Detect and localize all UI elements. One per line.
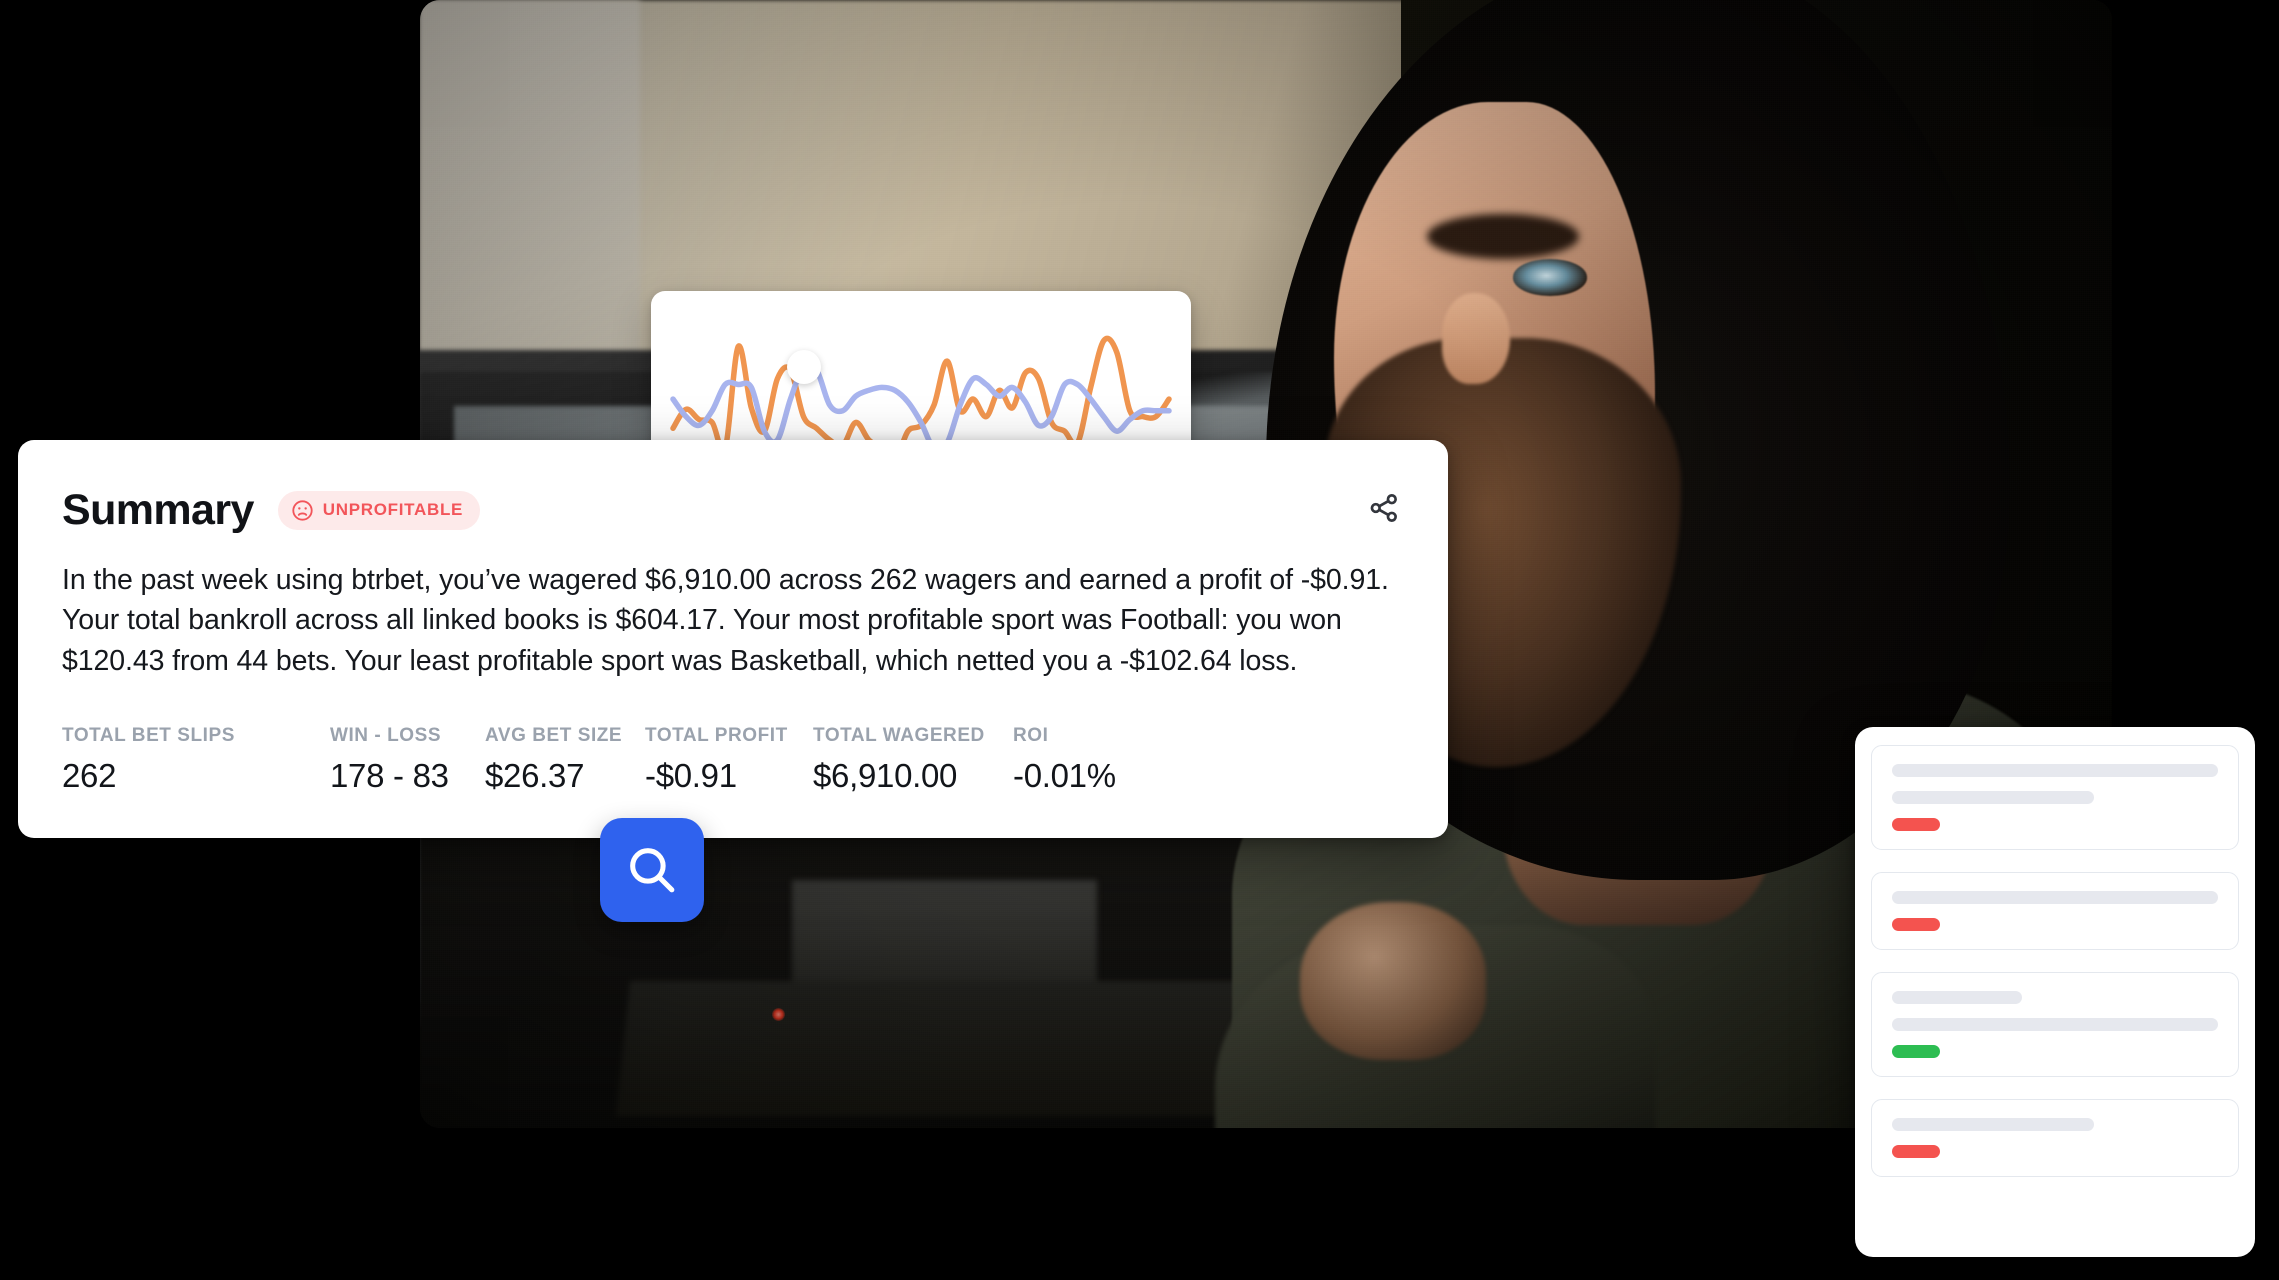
summary-card: Summary UNPROFITABLE In the past week us…	[18, 440, 1448, 838]
stat-label: ROI	[1013, 725, 1049, 747]
chart-hover-marker[interactable]	[786, 349, 821, 384]
skeleton-bar	[1892, 1018, 2218, 1031]
stat-label: TOTAL WAGERED	[813, 725, 985, 747]
screenshot-canvas: Summary UNPROFITABLE In the past week us…	[0, 0, 2279, 1280]
skeleton-bar	[1892, 764, 2218, 777]
status-pill	[1892, 818, 1940, 831]
stats-row: TOTAL BET SLIPS 262 WIN - LOSS 178 - 83 …	[62, 725, 1402, 795]
stat-total-wagered: TOTAL WAGERED $6,910.00	[813, 725, 1013, 795]
list-item[interactable]	[1871, 745, 2239, 850]
stat-label: AVG BET SIZE	[485, 725, 623, 747]
status-badge-label: UNPROFITABLE	[322, 500, 464, 519]
list-item[interactable]	[1871, 972, 2239, 1077]
summary-header: Summary UNPROFITABLE	[62, 484, 1402, 536]
stat-roi: ROI -0.01%	[1013, 725, 1173, 795]
frowning-face-icon	[292, 499, 313, 521]
stat-win-loss: WIN - LOSS 178 - 83	[330, 725, 485, 795]
stat-label: WIN - LOSS	[330, 725, 442, 747]
stat-value: -0.01%	[1013, 757, 1116, 795]
stat-label: TOTAL PROFIT	[645, 725, 788, 747]
share-icon	[1370, 494, 1397, 522]
skeleton-bar	[1892, 791, 2095, 804]
status-pill	[1892, 1045, 1940, 1058]
status-badge: UNPROFITABLE	[277, 490, 481, 530]
share-button[interactable]	[1360, 484, 1408, 532]
stat-value: $26.37	[485, 757, 585, 795]
page-title: Summary	[62, 485, 254, 534]
list-card	[1855, 727, 2255, 1257]
skeleton-bar	[1892, 891, 2218, 904]
search-button[interactable]	[600, 818, 704, 922]
stat-value: $6,910.00	[813, 757, 958, 795]
stat-avg-bet-size: AVG BET SIZE $26.37	[485, 725, 645, 795]
stat-value: 262	[62, 757, 117, 795]
skeleton-bar	[1892, 991, 2023, 1004]
stat-label: TOTAL BET SLIPS	[62, 725, 235, 747]
skeleton-bar	[1892, 1118, 2095, 1131]
summary-text: In the past week using btrbet, you’ve wa…	[62, 564, 1389, 677]
stat-total-bet-slips: TOTAL BET SLIPS 262	[62, 725, 330, 795]
status-pill	[1892, 918, 1940, 931]
search-icon	[630, 848, 675, 893]
stat-value: 178 - 83	[330, 757, 449, 795]
list-item[interactable]	[1871, 872, 2239, 950]
list-item[interactable]	[1871, 1099, 2239, 1177]
stat-value: -$0.91	[645, 757, 737, 795]
stat-total-profit: TOTAL PROFIT -$0.91	[645, 725, 813, 795]
status-pill	[1892, 1145, 1940, 1158]
